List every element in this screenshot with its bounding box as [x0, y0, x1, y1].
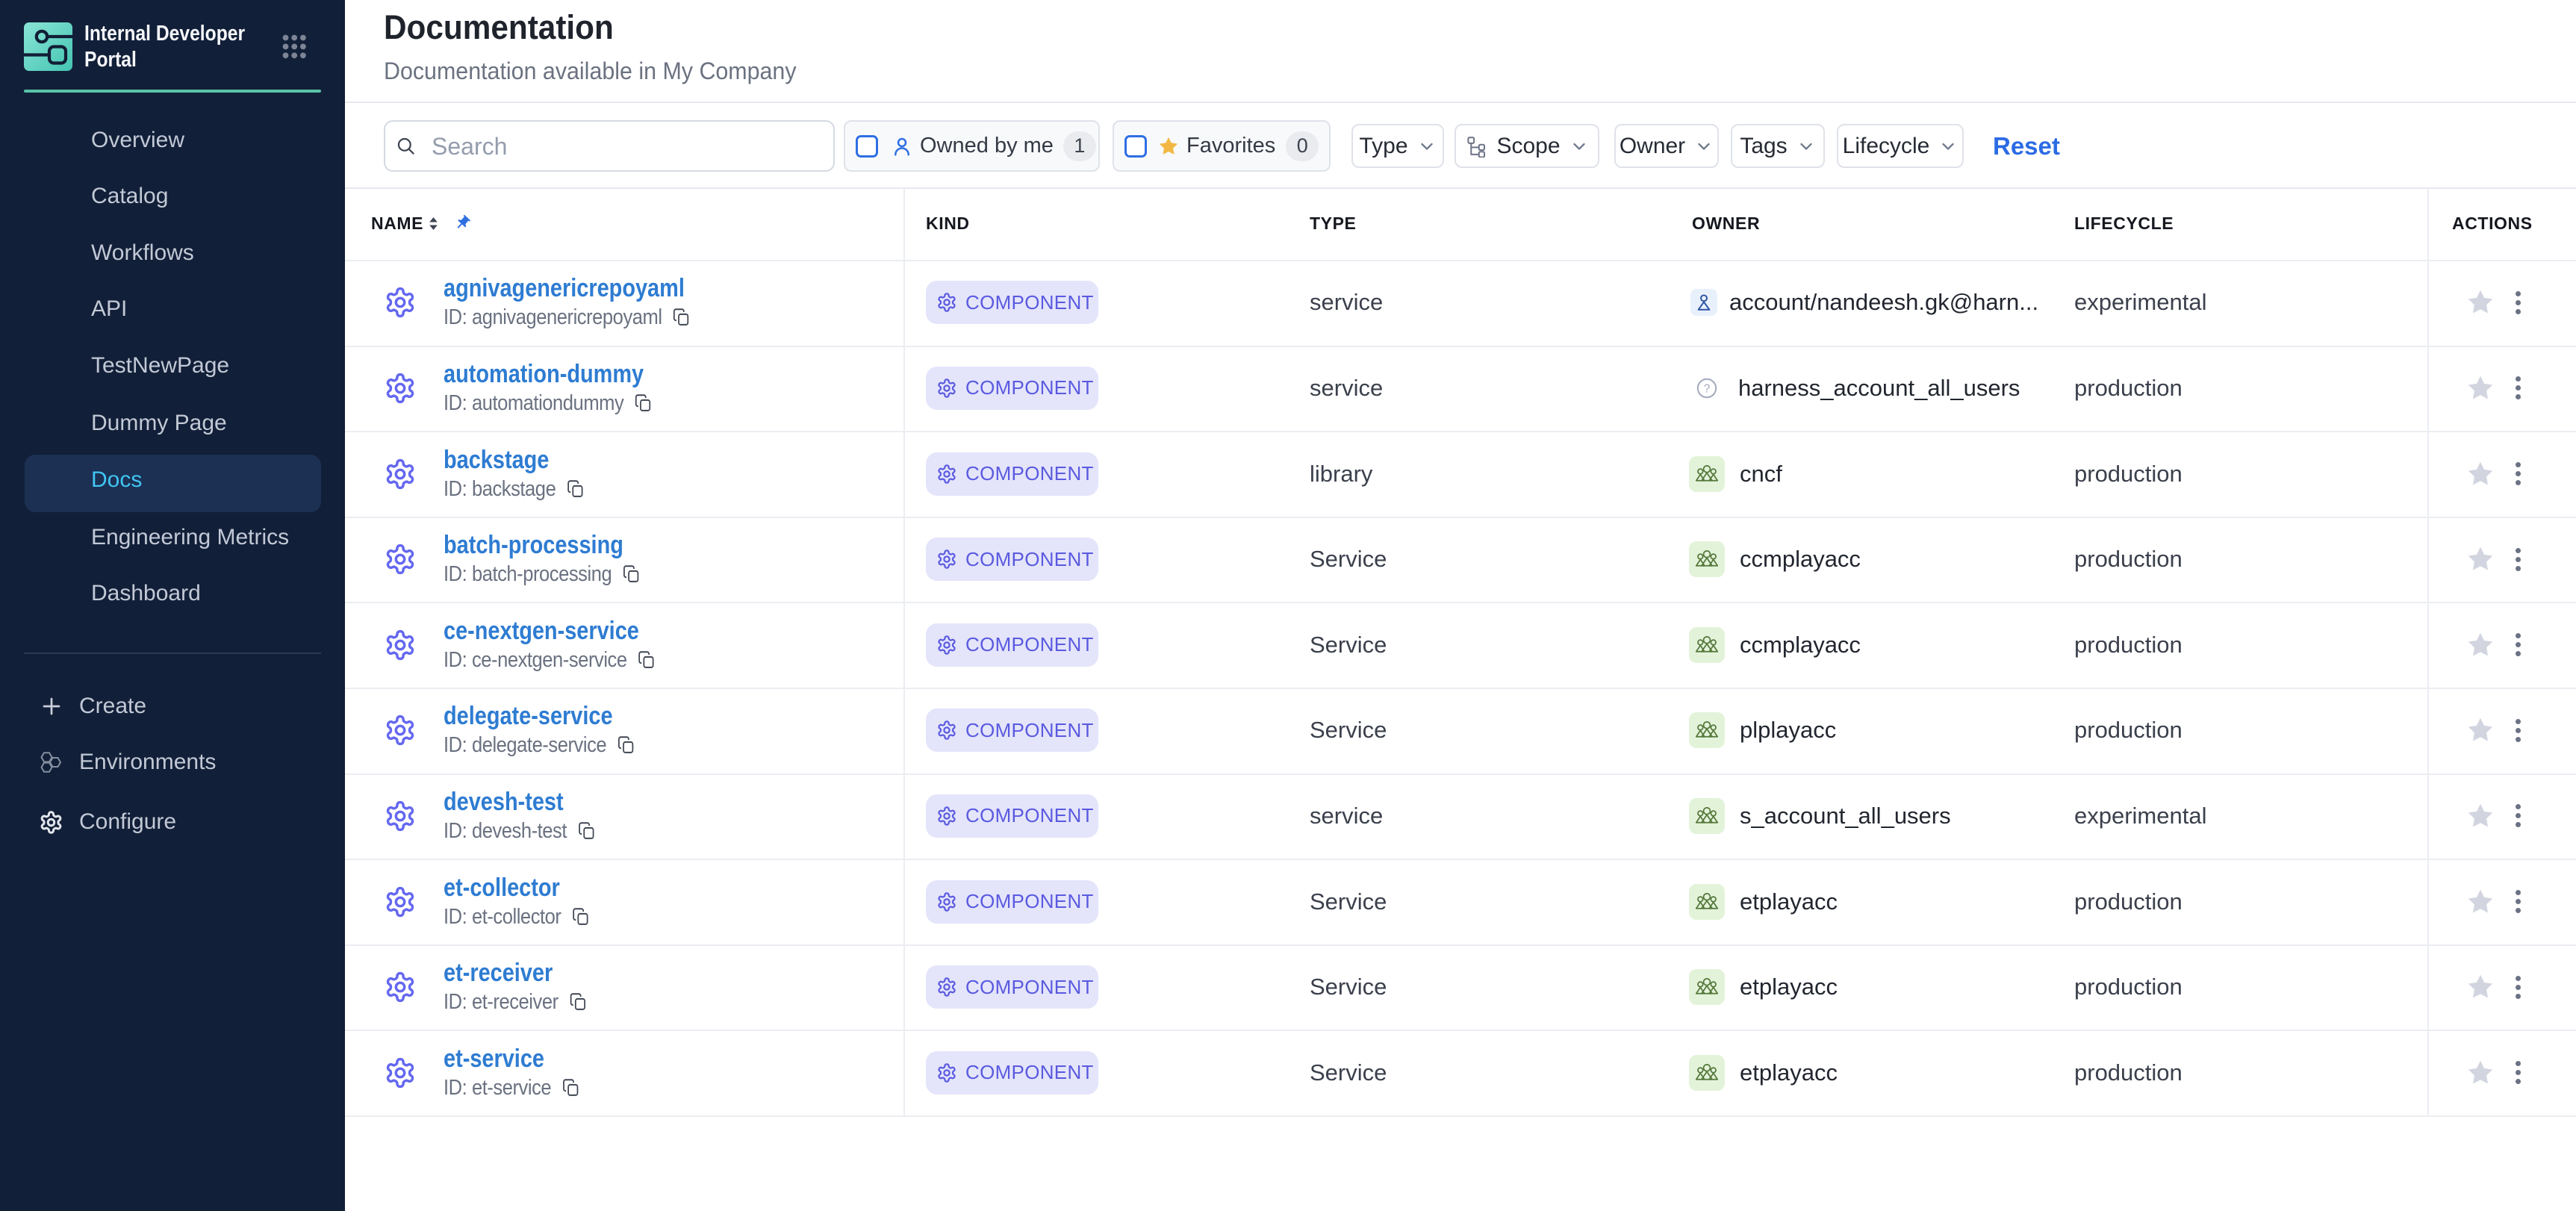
svg-text:?: ?	[1704, 382, 1711, 395]
